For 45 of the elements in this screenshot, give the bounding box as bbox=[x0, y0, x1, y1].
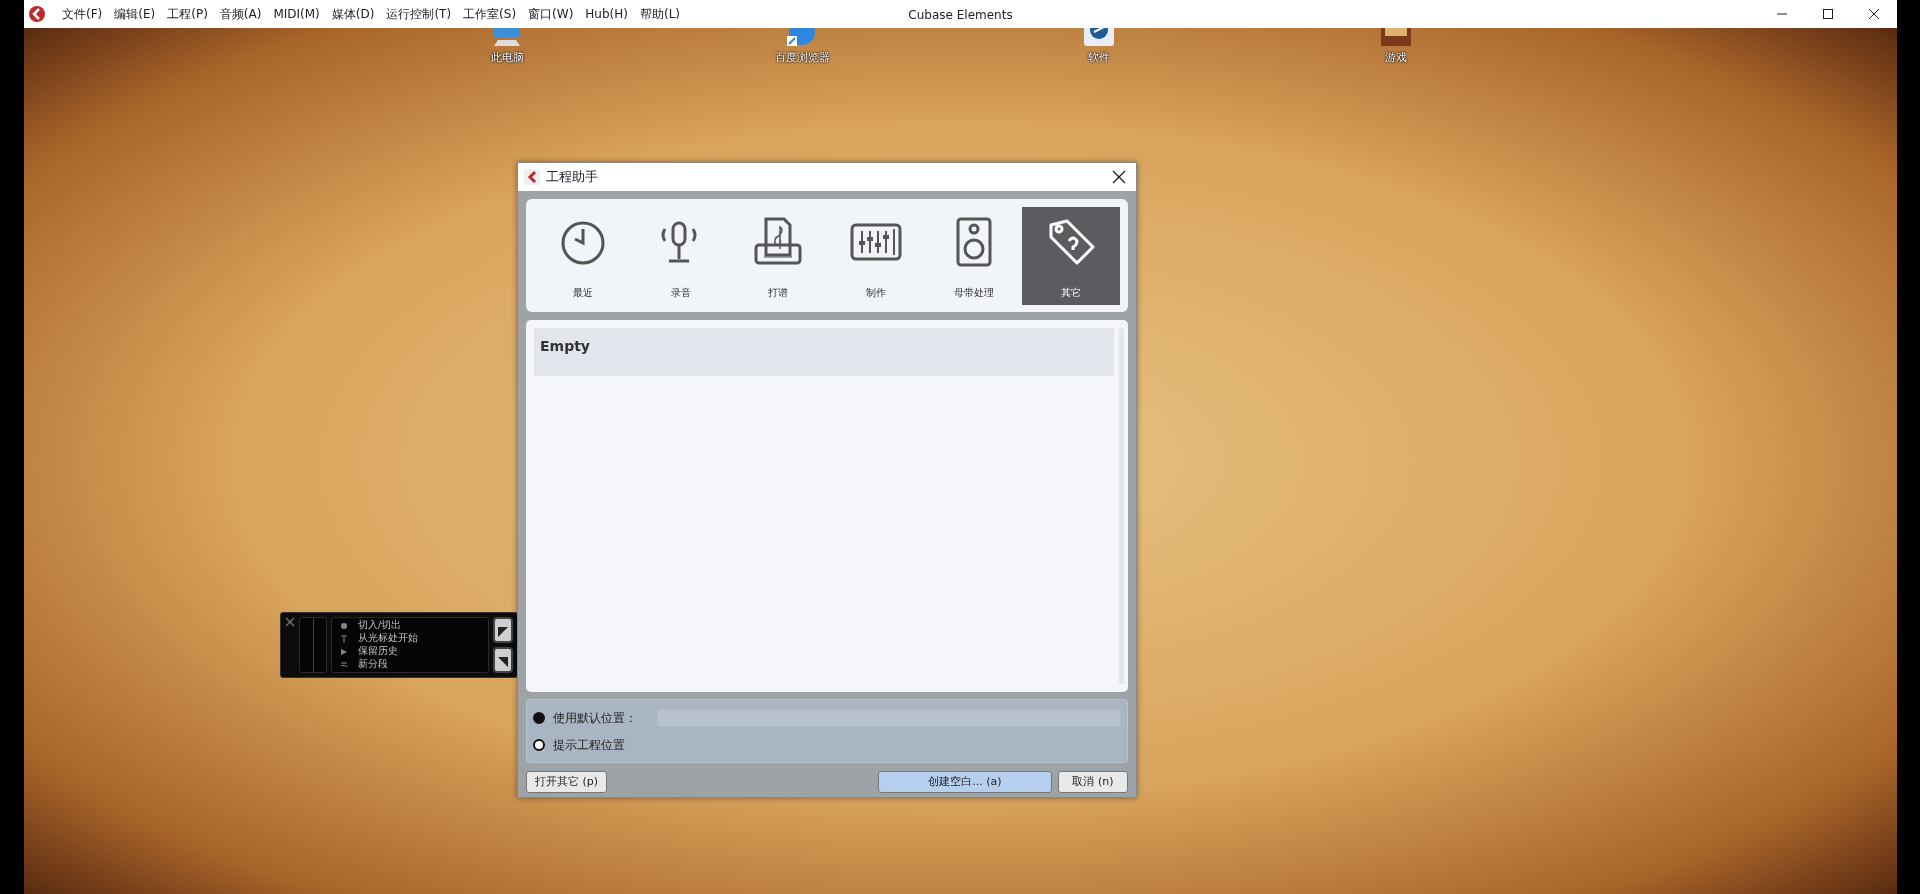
close-icon[interactable] bbox=[1112, 170, 1126, 184]
record-icon bbox=[340, 621, 348, 630]
menu-item[interactable]: 文件(F) bbox=[56, 5, 109, 23]
dialog-title: 工程助手 bbox=[546, 168, 598, 187]
menu-item[interactable]: 窗口(W) bbox=[522, 5, 580, 23]
radio-button[interactable] bbox=[533, 711, 545, 724]
menu-item[interactable]: 音频(A) bbox=[213, 5, 268, 23]
menu-item[interactable]: Hub(H) bbox=[579, 5, 634, 23]
level-meter bbox=[299, 617, 327, 673]
app-logo-icon bbox=[28, 5, 46, 23]
desktop-icon[interactable] bbox=[1082, 28, 1116, 48]
category-tab[interactable]: 母带处理 bbox=[924, 207, 1023, 305]
mode-label[interactable]: 保留历史 bbox=[358, 644, 398, 659]
dialog-button[interactable]: 创建空白... (a) bbox=[878, 771, 1052, 793]
corner-button[interactable] bbox=[493, 617, 513, 643]
dialog-button[interactable]: 打开其它 (p) bbox=[526, 771, 608, 793]
app-logo-icon bbox=[524, 169, 540, 185]
window-title: Cubase Elements bbox=[908, 7, 1013, 24]
radio-label[interactable]: 提示工程位置 bbox=[553, 735, 625, 754]
cursor-icon bbox=[340, 634, 348, 643]
play-icon bbox=[340, 647, 348, 656]
menu-item[interactable]: 工程(P) bbox=[161, 5, 214, 23]
category-tab[interactable]: 打谱 bbox=[729, 207, 827, 305]
category-tab[interactable]: 录音 bbox=[631, 207, 730, 305]
dialog-button[interactable]: 取消 (n) bbox=[1058, 771, 1128, 793]
menu-item[interactable]: 运行控制(T) bbox=[380, 5, 458, 23]
corner-icon bbox=[497, 655, 509, 668]
category-tab[interactable]: 其它 bbox=[1022, 207, 1121, 305]
template-item[interactable]: Empty bbox=[534, 328, 1114, 376]
mode-label[interactable]: 新分段 bbox=[358, 657, 388, 672]
category-tab[interactable]: 制作 bbox=[827, 207, 925, 305]
radio-label[interactable]: 使用默认位置： bbox=[553, 708, 637, 727]
desktop-icon[interactable] bbox=[1379, 28, 1413, 48]
split-icon bbox=[340, 660, 348, 669]
menu-item[interactable]: 编辑(E) bbox=[108, 5, 162, 23]
menu-item[interactable]: MIDI(M) bbox=[267, 5, 326, 23]
corner-button[interactable] bbox=[493, 647, 513, 673]
menu-item[interactable]: 工作室(S) bbox=[457, 5, 523, 23]
menu-item[interactable]: 帮助(L) bbox=[633, 5, 687, 23]
menu-item[interactable]: 媒体(D) bbox=[325, 5, 381, 23]
category-tab[interactable]: 最近 bbox=[534, 207, 632, 305]
radio-button[interactable] bbox=[533, 738, 545, 751]
mode-label[interactable]: 从光标处开始 bbox=[358, 631, 418, 646]
mode-label[interactable]: 切入/切出 bbox=[358, 618, 402, 633]
corner-icon bbox=[497, 625, 509, 638]
